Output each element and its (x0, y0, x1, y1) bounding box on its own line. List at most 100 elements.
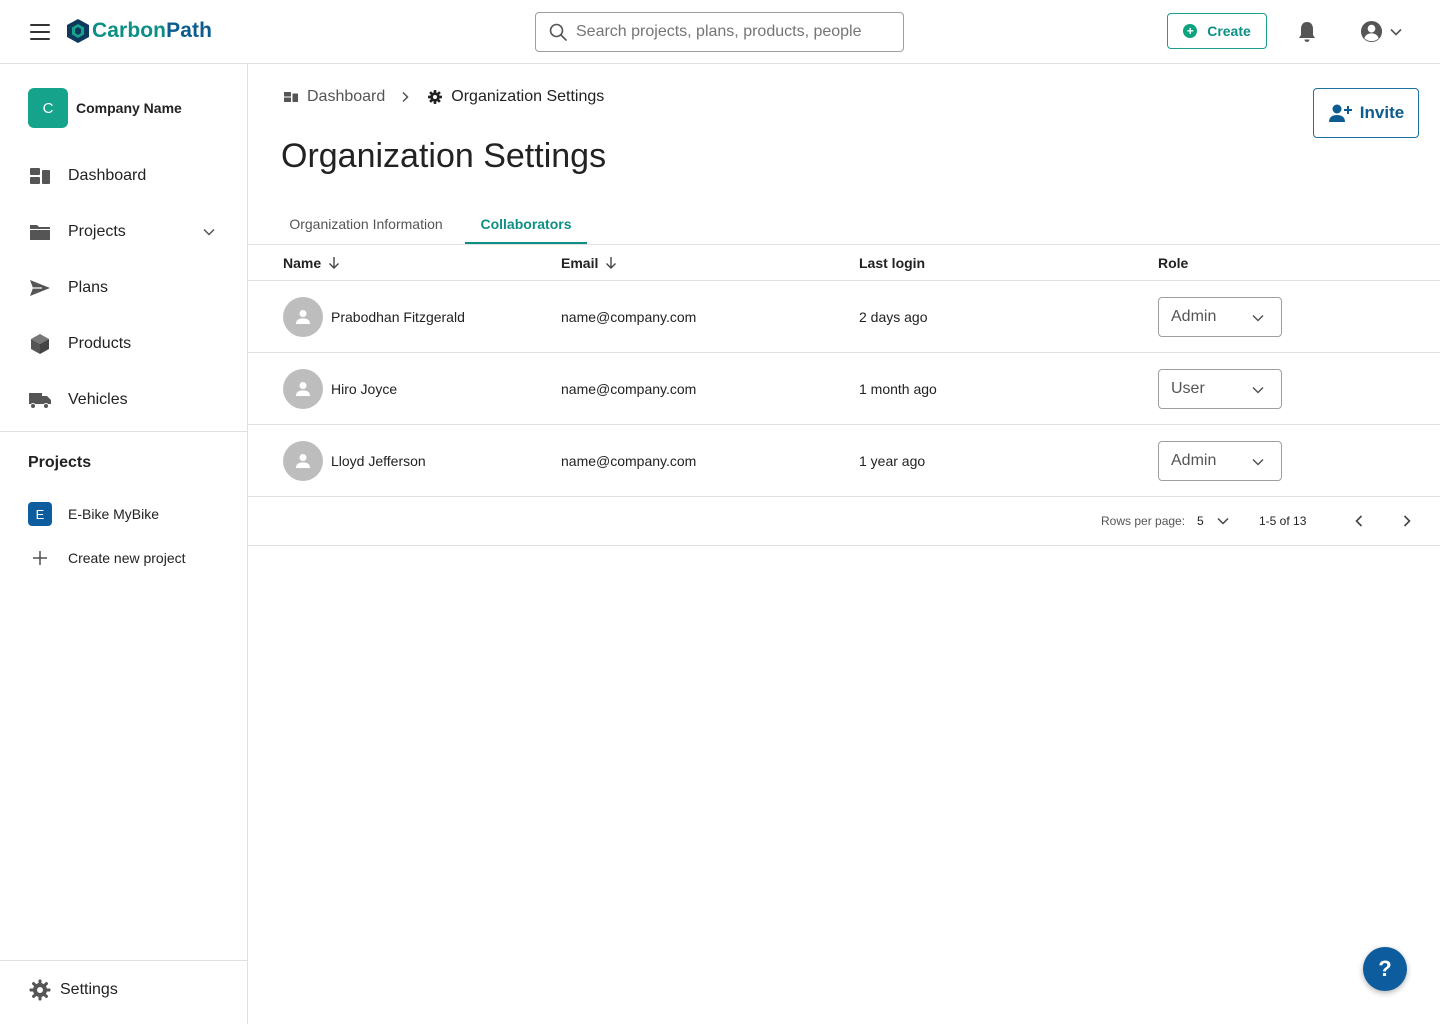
truck-icon (29, 393, 51, 409)
gear-icon (428, 90, 443, 104)
tab-collaborators[interactable]: Collaborators (465, 204, 587, 244)
role-select[interactable]: Admin (1158, 441, 1282, 481)
cell-last-login: 1 year ago (859, 453, 926, 469)
chevron-right-icon (402, 91, 409, 103)
cell-name: Lloyd Jefferson (283, 425, 426, 497)
arrow-down-icon[interactable] (327, 256, 341, 270)
sidebar-item-label: Dashboard (68, 167, 147, 184)
page-title: Organization Settings (281, 137, 607, 175)
sidebar-item-label: Products (68, 335, 132, 352)
cell-last-login: 2 days ago (859, 309, 928, 325)
dashboard-icon (284, 92, 298, 102)
person-add-icon (1328, 104, 1352, 122)
create-button-label: Create (1207, 23, 1251, 39)
plus-circle-icon: + (1183, 24, 1198, 38)
sidebar-item-label: Projects (68, 223, 126, 240)
column-header-last-login: Last login (859, 255, 926, 271)
chevron-down-icon (1252, 314, 1264, 322)
arrow-down-icon[interactable] (604, 256, 618, 270)
search-input[interactable] (576, 23, 896, 41)
project-badge: E (28, 502, 52, 526)
person-icon (296, 382, 310, 396)
chevron-left-icon[interactable] (1351, 513, 1367, 529)
sidebar-item-label: Plans (68, 279, 109, 296)
projects-section-title: Projects (28, 454, 92, 471)
plus-icon (28, 546, 52, 570)
table-header: Name Email Last login Role (248, 245, 1440, 281)
cube-icon (31, 334, 49, 354)
settings-label: Settings (60, 981, 118, 998)
sidebar-item-settings[interactable]: Settings (28, 978, 118, 1002)
column-header-name[interactable]: Name (283, 245, 341, 281)
cell-name: Prabodhan Fitzgerald (283, 281, 465, 353)
role-select[interactable]: User (1158, 369, 1282, 409)
company-avatar: C (28, 88, 68, 128)
sidebar-divider (0, 431, 247, 432)
hamburger-icon[interactable] (30, 24, 50, 40)
breadcrumb-item-organization-settings: Organization Settings (427, 88, 604, 106)
chevron-down-icon[interactable] (202, 225, 216, 239)
folder-icon (30, 225, 50, 240)
sidebar-item-products[interactable]: Products (0, 320, 247, 368)
logo[interactable]: CarbonPath (66, 18, 212, 44)
sidebar-item-label: Vehicles (68, 391, 128, 408)
sidebar-item-vehicles[interactable]: Vehicles (0, 376, 247, 424)
create-button[interactable]: + Create (1167, 13, 1267, 49)
logo-icon (67, 19, 89, 43)
cell-name: Hiro Joyce (283, 353, 397, 425)
project-label: E-Bike MyBike (68, 506, 160, 522)
avatar (283, 369, 323, 409)
sidebar-project-item[interactable]: E E-Bike MyBike (28, 499, 238, 529)
chevron-down-icon[interactable] (1216, 514, 1230, 528)
help-button[interactable]: ? (1363, 947, 1407, 991)
chevron-down-icon (1390, 28, 1402, 36)
invite-button-label: Invite (1359, 103, 1405, 122)
brand-name: CarbonPath (92, 19, 213, 42)
cell-email: name@company.com (561, 453, 697, 469)
account-menu[interactable] (1360, 20, 1403, 43)
role-select[interactable]: Admin (1158, 297, 1282, 337)
person-icon (296, 454, 310, 468)
tab-organization-information[interactable]: Organization Information (266, 204, 466, 244)
breadcrumb-item-dashboard[interactable]: Dashboard (283, 88, 385, 106)
active-tab-indicator (465, 242, 587, 244)
gear-icon (29, 979, 51, 1001)
create-new-project-button[interactable]: Create new project (28, 543, 238, 573)
top-app-bar: CarbonPath + Create (0, 0, 1440, 64)
sidebar-item-dashboard[interactable]: Dashboard (0, 152, 247, 200)
send-icon (30, 280, 50, 296)
chevron-right-icon[interactable] (1399, 513, 1415, 529)
cell-email: name@company.com (561, 381, 697, 397)
avatar (283, 297, 323, 337)
table-row: Hiro Joyce name@company.com 1 month ago … (248, 353, 1440, 425)
invite-button[interactable]: Invite (1313, 88, 1419, 138)
column-header-email[interactable]: Email (561, 245, 618, 281)
company-name: Company Name (76, 100, 182, 116)
bell-icon[interactable] (1297, 21, 1317, 43)
sidebar-item-projects[interactable]: Projects (0, 208, 247, 256)
table-pagination: Rows per page: 5 1-5 of 13 (248, 497, 1440, 546)
cell-email: name@company.com (561, 309, 697, 325)
search-bar[interactable] (535, 12, 904, 52)
cell-last-login: 1 month ago (859, 381, 937, 397)
table-row: Lloyd Jefferson name@company.com 1 year … (248, 425, 1440, 497)
sidebar-bottom-divider (0, 960, 247, 961)
rows-per-page-label: Rows per page: (1101, 514, 1186, 528)
pagination-range: 1-5 of 13 (1259, 514, 1307, 528)
column-header-role: Role (1158, 255, 1189, 271)
chevron-down-icon (1252, 458, 1264, 466)
table-row: Prabodhan Fitzgerald name@company.com 2 … (248, 281, 1440, 353)
company-switcher[interactable]: C Company Name (28, 88, 182, 128)
sidebar-item-plans[interactable]: Plans (0, 264, 247, 312)
breadcrumb: Dashboard Organization Settings (283, 88, 604, 106)
person-icon (296, 310, 310, 324)
avatar (283, 441, 323, 481)
dashboard-icon (30, 168, 50, 184)
tabs: Organization Information Collaborators (248, 204, 1440, 245)
rows-per-page-select[interactable]: 5 (1197, 514, 1204, 528)
sidebar: C Company Name Dashboard Projects Plans (0, 64, 248, 1024)
create-new-project-label: Create new project (68, 550, 186, 566)
account-circle-icon (1360, 20, 1383, 43)
search-icon (549, 23, 567, 41)
chevron-down-icon (1252, 386, 1264, 394)
